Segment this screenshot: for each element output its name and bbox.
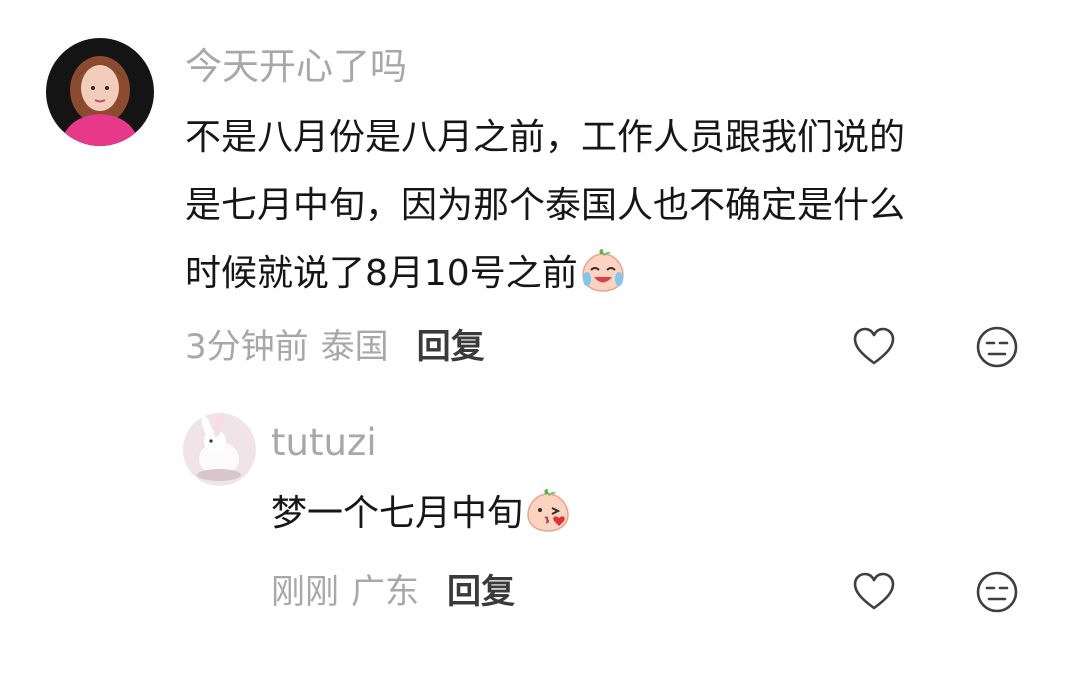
heart-outline-icon[interactable]	[852, 325, 896, 369]
comment-text-line-content: 时候就说了8月10号之前	[185, 253, 578, 294]
reply-button[interactable]: 回复	[417, 330, 485, 364]
comment-text-line: 时候就说了8月10号之前	[185, 240, 1035, 308]
crying-laughing-peach-emoji-icon	[580, 248, 626, 294]
reply-text: 梦一个七月中旬	[271, 480, 1084, 548]
meh-face-icon[interactable]	[975, 325, 1019, 369]
reply-meta: 刚刚 广东 回复	[271, 575, 515, 609]
comment-thread: 今天开心了吗 不是八月份是八月之前，工作人员跟我们说的 是七月中旬，因为那个泰国…	[0, 0, 1084, 689]
reply-text-content: 梦一个七月中旬	[271, 493, 524, 534]
reply-username[interactable]: tutuzi	[271, 424, 377, 461]
meh-face-icon[interactable]	[975, 570, 1019, 614]
reply-avatar-image	[183, 413, 256, 486]
reply-avatar[interactable]	[183, 413, 256, 486]
user-avatar-image	[46, 38, 154, 146]
comment-username[interactable]: 今天开心了吗	[185, 48, 407, 85]
comment-meta: 3分钟前 泰国 回复	[185, 330, 485, 364]
comment-text-line: 是七月中旬，因为那个泰国人也不确定是什么	[185, 185, 906, 226]
avatar[interactable]	[46, 38, 154, 146]
reply-time: 刚刚	[271, 572, 339, 612]
comment-location: 泰国	[320, 327, 389, 367]
heart-outline-icon[interactable]	[852, 570, 896, 614]
comment-text-line: 不是八月份是八月之前，工作人员跟我们说的	[185, 117, 906, 158]
reply-button[interactable]: 回复	[447, 575, 515, 609]
comment-time: 3分钟前	[185, 327, 309, 367]
reply-location: 广东	[351, 572, 419, 612]
comment-text: 不是八月份是八月之前，工作人员跟我们说的 是七月中旬，因为那个泰国人也不确定是什…	[185, 104, 1035, 308]
kissing-peach-emoji-icon	[525, 488, 571, 534]
